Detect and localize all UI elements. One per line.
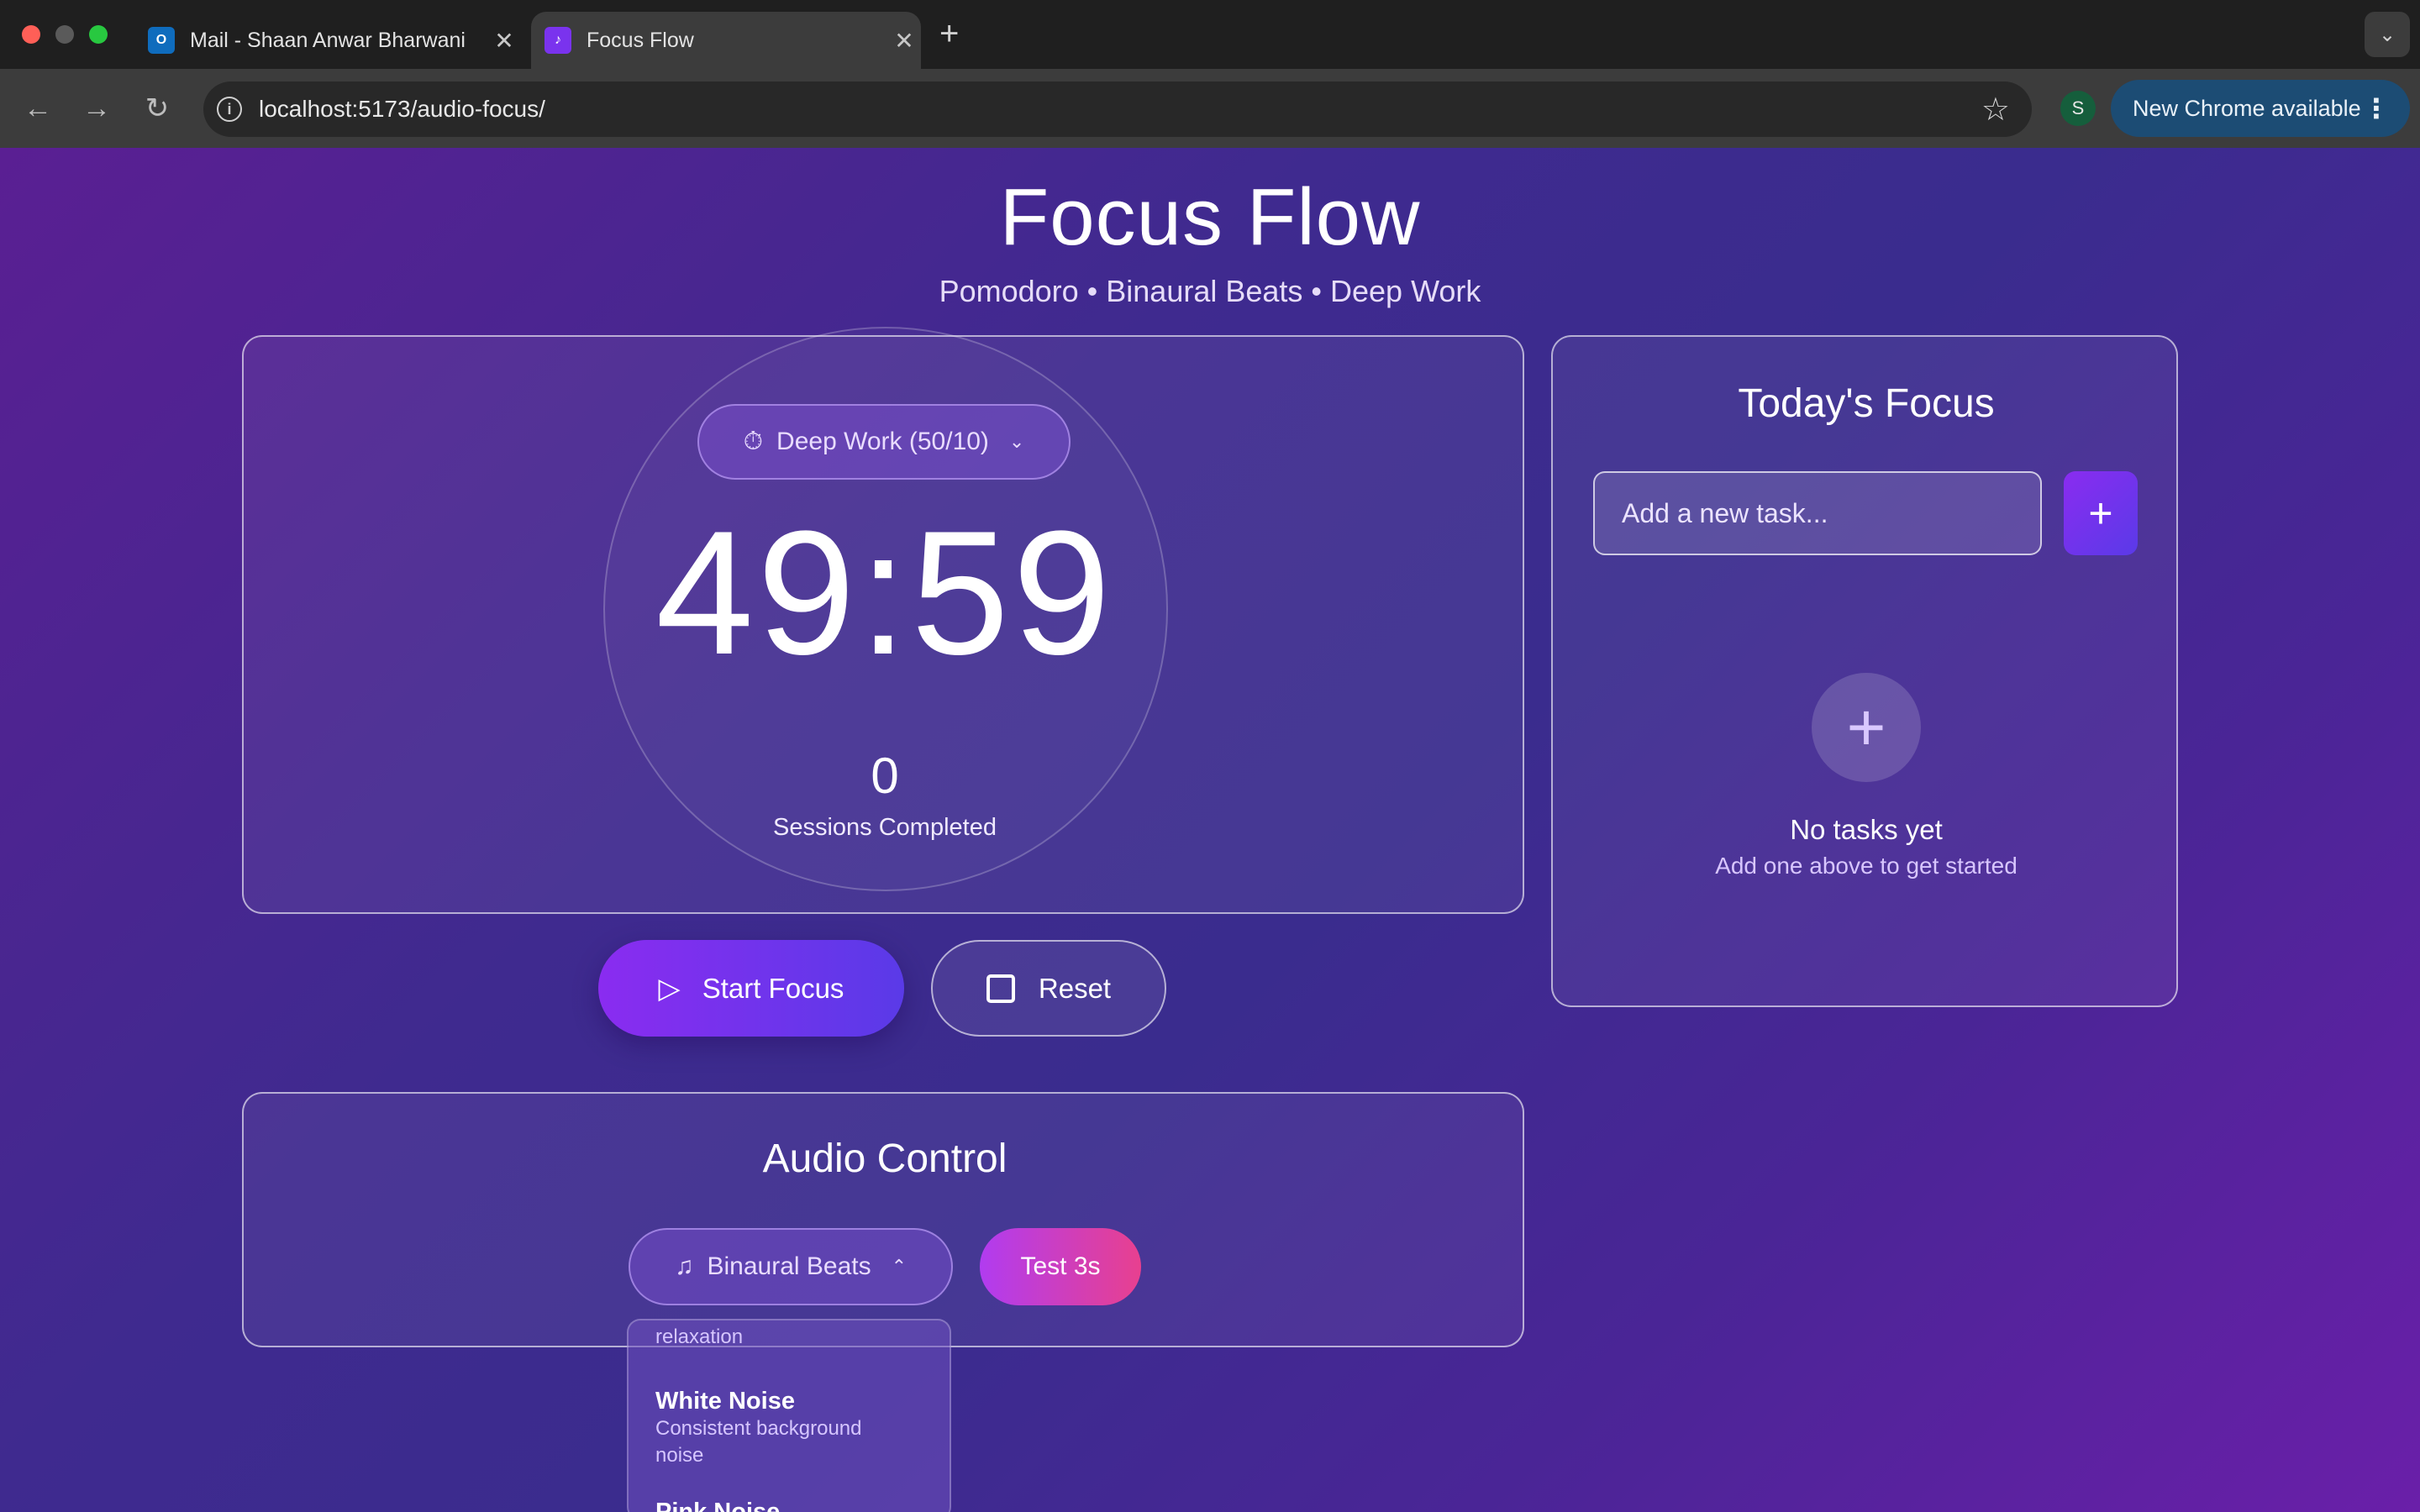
mode-label: Deep Work (50/10): [776, 428, 989, 455]
page-subtitle: Pomodoro • Binaural Beats • Deep Work: [939, 274, 1481, 308]
browser-tabbar: O Mail - Shaan Anwar Bharwani ✕ ♪ Focus …: [0, 0, 2420, 69]
outlook-icon: O: [148, 27, 175, 54]
profile-avatar[interactable]: S: [2060, 91, 2096, 126]
back-icon[interactable]: ←: [17, 87, 59, 129]
test-audio-button[interactable]: Test 3s: [980, 1228, 1141, 1305]
minimize-window-button[interactable]: [55, 25, 74, 44]
timer-display: 49:59: [655, 494, 1114, 691]
dropdown-option-partial[interactable]: relaxation: [655, 1324, 933, 1351]
option-description: noise: [655, 1444, 704, 1467]
sessions-label: Sessions Completed: [773, 814, 997, 841]
start-label: Start Focus: [702, 972, 844, 1004]
plus-icon: +: [1812, 673, 1921, 782]
stop-icon: [986, 974, 1015, 1003]
music-note-icon: ♫: [674, 1252, 694, 1280]
reset-label: Reset: [1038, 972, 1112, 1004]
audio-control-panel: Audio Control ♫ Binaural Beats ⌃ Test 3s: [242, 1092, 1524, 1347]
chrome-update-button[interactable]: New Chrome available ⋮: [2111, 80, 2410, 137]
dropdown-option-pink-noise[interactable]: Pink Noise: [655, 1499, 933, 1512]
option-description: Consistent background: [655, 1417, 862, 1440]
dropdown-option-white-noise[interactable]: White Noise Consistent background noise: [655, 1388, 933, 1469]
forward-icon[interactable]: →: [76, 87, 118, 129]
task-input[interactable]: [1593, 471, 2042, 555]
reset-button[interactable]: Reset: [931, 940, 1166, 1037]
address-bar[interactable]: i localhost:5173/audio-focus/ ☆: [203, 81, 2032, 137]
todays-focus-panel: Today's Focus + + No tasks yet Add one a…: [1551, 335, 2178, 1007]
tab-title: Mail - Shaan Anwar Bharwani: [190, 28, 466, 52]
sessions-count: 0: [871, 748, 899, 804]
add-task-button[interactable]: +: [2064, 471, 2138, 555]
play-icon: ▷: [658, 972, 681, 1005]
new-tab-icon[interactable]: +: [939, 15, 959, 53]
more-menu-icon[interactable]: ⋮: [2363, 92, 2390, 124]
option-name: Pink Noise: [655, 1499, 781, 1512]
start-focus-button[interactable]: ▷ Start Focus: [598, 940, 904, 1037]
page-viewport: Focus Flow Pomodoro • Binaural Beats • D…: [0, 148, 2420, 1512]
page-title: Focus Flow: [999, 172, 1421, 262]
option-name: White Noise: [655, 1388, 795, 1415]
info-icon[interactable]: i: [217, 97, 242, 122]
app-favicon-icon: ♪: [544, 27, 571, 54]
chevron-down-icon: ⌄: [1008, 431, 1025, 452]
close-icon[interactable]: ✕: [487, 27, 521, 55]
chevron-up-icon: ⌃: [891, 1256, 908, 1277]
url-text[interactable]: localhost:5173/audio-focus/: [259, 96, 1981, 123]
empty-state-subtitle: Add one above to get started: [1715, 853, 2018, 879]
tab-focus-flow[interactable]: ♪ Focus Flow ✕: [531, 12, 921, 69]
tab-mail[interactable]: O Mail - Shaan Anwar Bharwani ✕: [134, 12, 521, 69]
chevron-down-icon[interactable]: ⌄: [2365, 12, 2410, 57]
maximize-window-button[interactable]: [89, 25, 108, 44]
timer-panel: ⏱ Deep Work (50/10) ⌄ 49:59 0 Sessions C…: [242, 327, 1524, 914]
timer-mode-select[interactable]: ⏱ Deep Work (50/10) ⌄: [697, 404, 1071, 480]
focus-title: Today's Focus: [1738, 381, 1995, 426]
audio-type-select[interactable]: ♫ Binaural Beats ⌃: [629, 1228, 953, 1305]
audio-selected-label: Binaural Beats: [707, 1252, 871, 1280]
audio-dropdown-menu[interactable]: relaxation White Noise Consistent backgr…: [627, 1319, 951, 1512]
close-window-button[interactable]: [22, 25, 40, 44]
browser-toolbar: ← → ↻ i localhost:5173/audio-focus/ ☆ S …: [0, 69, 2420, 148]
close-icon[interactable]: ✕: [887, 27, 921, 55]
bookmark-star-icon[interactable]: ☆: [1981, 91, 2010, 129]
audio-title: Audio Control: [762, 1137, 1007, 1181]
option-description: relaxation: [655, 1326, 744, 1348]
empty-state-title: No tasks yet: [1790, 814, 1943, 845]
update-label: New Chrome available: [2133, 95, 2361, 121]
reload-icon[interactable]: ↻: [136, 87, 178, 129]
tab-title: Focus Flow: [587, 28, 694, 52]
stopwatch-icon: ⏱: [743, 428, 764, 455]
